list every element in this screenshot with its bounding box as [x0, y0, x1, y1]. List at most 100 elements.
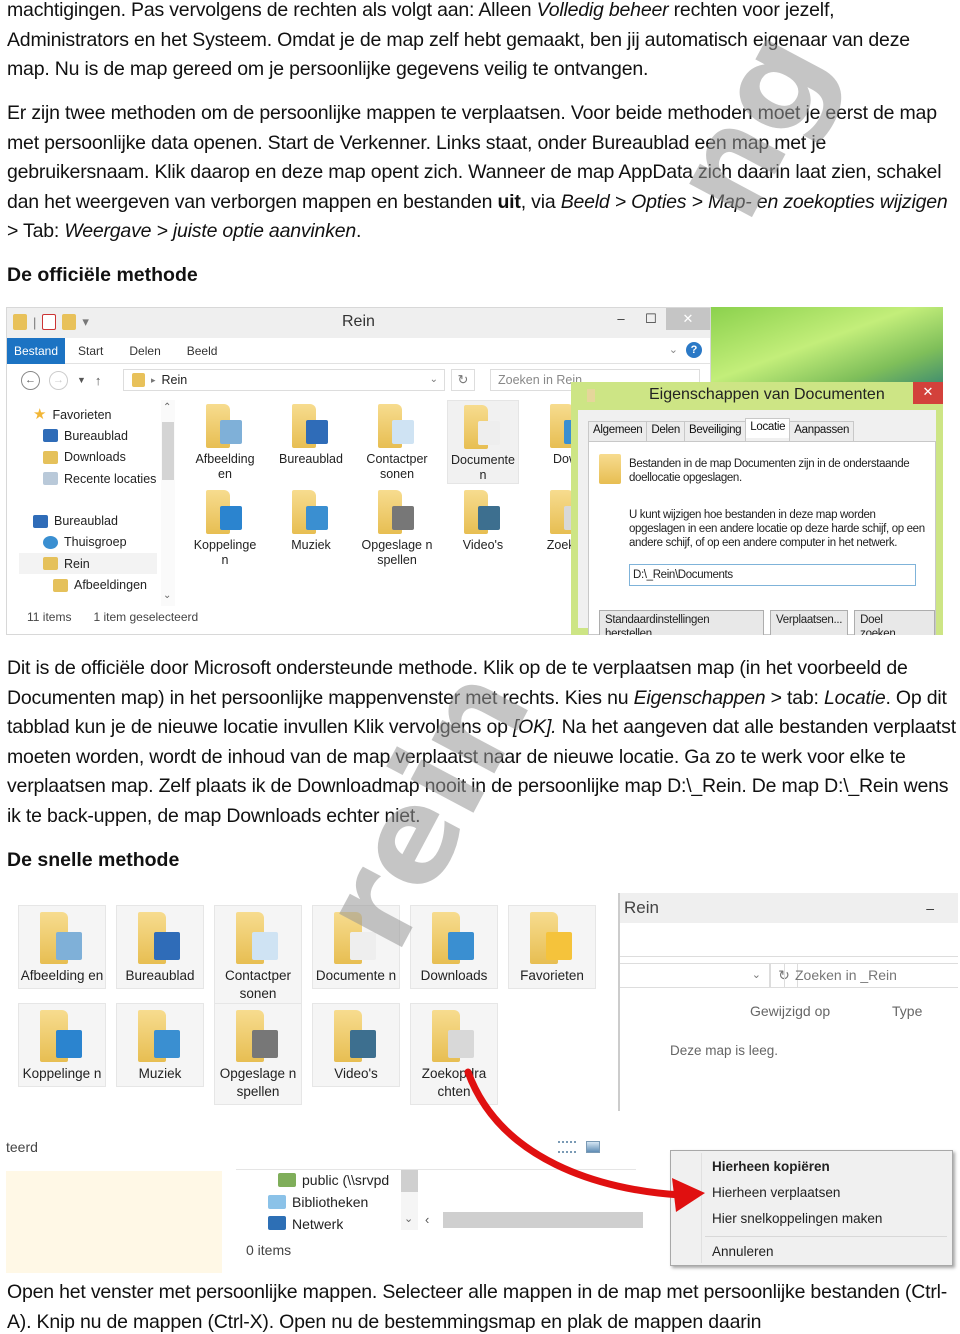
folder-item[interactable]: Muziek — [275, 486, 347, 553]
desktop-folder-icon — [138, 912, 182, 964]
dialog-close-button[interactable]: ✕ — [913, 382, 943, 404]
nav-item-bibliotheken[interactable]: Bibliotheken — [268, 1194, 368, 1210]
folder-item[interactable]: Bureaublad — [275, 400, 347, 467]
sidebar-item-rein[interactable]: Rein — [19, 553, 157, 575]
sidebar-item-downloads[interactable]: Downloads — [33, 447, 177, 468]
paragraph-two-methods: Er zijn twee methoden om de persoonlijke… — [7, 102, 948, 242]
find-target-button[interactable]: Doel zoeken... — [854, 610, 935, 635]
tab-aanpassen[interactable]: Aanpassen — [789, 421, 855, 441]
folder-item[interactable]: Koppelinge n — [189, 486, 261, 568]
scroll-up-icon[interactable]: ⌃ — [163, 402, 171, 413]
folder-tile[interactable]: Video's — [312, 1003, 400, 1087]
pictures-folder-icon — [40, 912, 84, 964]
scroll-thumb[interactable] — [443, 1212, 643, 1228]
sidebar-item-favorieten[interactable]: ★ Favorieten — [33, 404, 177, 425]
folder-label: Downloads — [420, 968, 488, 983]
scroll-thumb[interactable] — [162, 422, 174, 480]
forward-button[interactable]: → — [49, 370, 68, 390]
menu-item-create-shortcuts[interactable]: Hier snelkoppelingen maken — [712, 1211, 882, 1226]
tab-start[interactable]: Start — [65, 338, 116, 364]
sidebar-scrollbar[interactable]: ⌃ ⌄ — [161, 400, 175, 606]
address-bar[interactable]: ▸ Rein ⌄ — [123, 369, 445, 391]
location-path-input[interactable]: D:\_Rein\Documents — [629, 564, 916, 586]
folder-tile[interactable]: Bureaublad — [116, 905, 204, 989]
sidebar-item-bureaublad-root[interactable]: Bureaublad — [33, 510, 177, 531]
folder-item[interactable]: Documente n — [447, 400, 519, 484]
address-bar[interactable]: ⌄ — [620, 963, 770, 988]
sidebar-item-thuisgroep[interactable]: Thuisgroep — [33, 532, 177, 553]
recent-locations-icon[interactable]: ▼ — [77, 375, 86, 385]
libraries-icon — [268, 1195, 286, 1209]
folder-tile[interactable]: Muziek — [116, 1003, 204, 1087]
minimize-button[interactable]: – — [926, 893, 934, 923]
tab-bestand[interactable]: Bestand — [7, 337, 66, 364]
tab-beeld[interactable]: Beeld — [174, 338, 231, 364]
desktop-folder-icon — [292, 404, 330, 448]
details-view-icon[interactable] — [558, 1141, 576, 1153]
move-button[interactable]: Verplaatsen... — [770, 610, 849, 635]
nav-item-public[interactable]: public (\\srvpd — [278, 1172, 389, 1188]
folder-label: Afbeelding en — [195, 452, 255, 481]
folder-tile[interactable]: Zoekopdra chten — [410, 1003, 498, 1105]
address-dropdown-icon[interactable]: ⌄ — [430, 370, 438, 390]
heading-official-method: De officiële methode — [7, 264, 198, 286]
folder-label: Opgeslage n spellen — [219, 1066, 297, 1099]
status-bar: 11 items 1 item geselecteerd — [27, 610, 198, 624]
sidebar-item-afbeeldingen[interactable]: Afbeeldingen — [33, 574, 177, 595]
title-bar: | ▾ Rein – ☐ ✕ — [7, 308, 710, 338]
scroll-left-icon[interactable]: ‹ — [425, 1212, 429, 1227]
new-folder-icon[interactable] — [62, 314, 77, 330]
help-icon[interactable]: ? — [686, 342, 702, 358]
scroll-down-icon[interactable]: ⌄ — [163, 590, 171, 601]
menu-item-move-here[interactable]: Hierheen verplaatsen — [712, 1185, 840, 1200]
scroll-thumb[interactable] — [401, 1170, 418, 1192]
horizontal-scrollbar[interactable]: ‹ — [421, 1212, 643, 1228]
tab-delen[interactable]: Delen — [646, 421, 685, 441]
folder-label: Contactper sonen — [224, 968, 292, 1001]
scroll-down-icon[interactable]: ⌄ — [404, 1212, 413, 1225]
menu-item-cancel[interactable]: Annuleren — [712, 1244, 774, 1259]
sidebar-item-recente-locaties[interactable]: Recente locaties — [33, 468, 177, 489]
back-button[interactable]: ← — [21, 370, 40, 390]
background-area — [6, 1171, 222, 1273]
nav-item-netwerk[interactable]: Netwerk — [268, 1216, 343, 1230]
folder-tile[interactable]: Afbeelding en — [18, 905, 106, 989]
menu-item-copy-here[interactable]: Hierheen kopiëren — [712, 1159, 830, 1174]
tab-delen[interactable]: Delen — [116, 338, 173, 364]
expand-ribbon-icon[interactable]: ⌄ — [669, 343, 678, 356]
column-header-type[interactable]: Type — [892, 1003, 922, 1019]
tab-beveiliging[interactable]: Beveiliging — [683, 421, 747, 441]
up-button[interactable]: ↑ — [95, 373, 102, 388]
folder-tile[interactable]: Favorieten — [508, 905, 596, 989]
nav-vertical-scrollbar[interactable]: ⌄ — [401, 1170, 418, 1230]
customize-toolbar-icon[interactable]: ▾ — [82, 314, 89, 330]
address-dropdown-icon[interactable]: ⌄ — [752, 968, 761, 981]
folder-tile[interactable]: Documente n — [312, 905, 400, 989]
videos-folder-icon — [464, 490, 502, 534]
refresh-button[interactable]: ↻ — [451, 369, 475, 391]
tab-locatie[interactable]: Locatie — [745, 418, 791, 438]
user-folder-icon[interactable] — [13, 314, 27, 330]
minimize-button[interactable]: – — [606, 308, 636, 330]
large-icons-view-icon[interactable] — [586, 1141, 600, 1153]
folder-label: Afbeelding en — [20, 968, 104, 983]
folder-item[interactable]: Opgeslage n spellen — [361, 486, 433, 568]
folder-item[interactable]: Video's — [447, 486, 519, 553]
search-input[interactable]: Zoeken in _Rein — [784, 963, 958, 988]
restore-defaults-button[interactable]: Standaardinstellingen herstellen — [599, 610, 765, 635]
searches-folder-icon — [432, 1010, 476, 1062]
sidebar-item-bureaublad[interactable]: Bureaublad — [33, 425, 177, 446]
maximize-button[interactable]: ☐ — [636, 308, 666, 330]
folder-tile[interactable]: Downloads — [410, 905, 498, 989]
folder-tile[interactable]: Koppelinge n — [18, 1003, 106, 1087]
properties-icon[interactable] — [42, 314, 57, 330]
close-button[interactable]: ✕ — [666, 308, 710, 330]
column-header-modified[interactable]: Gewijzigd op — [750, 1003, 830, 1019]
breadcrumb-rein[interactable]: Rein — [162, 370, 188, 390]
folder-tile[interactable]: Opgeslage n spellen — [214, 1003, 302, 1105]
folder-tile[interactable]: Contactper sonen — [214, 905, 302, 1007]
folder-item[interactable]: Contactper sonen — [361, 400, 433, 482]
ribbon-tabs: Bestand Start Delen Beeld ⌄ ? — [7, 337, 710, 364]
folder-item[interactable]: Afbeelding en — [189, 400, 261, 482]
tab-algemeen[interactable]: Algemeen — [588, 421, 648, 441]
